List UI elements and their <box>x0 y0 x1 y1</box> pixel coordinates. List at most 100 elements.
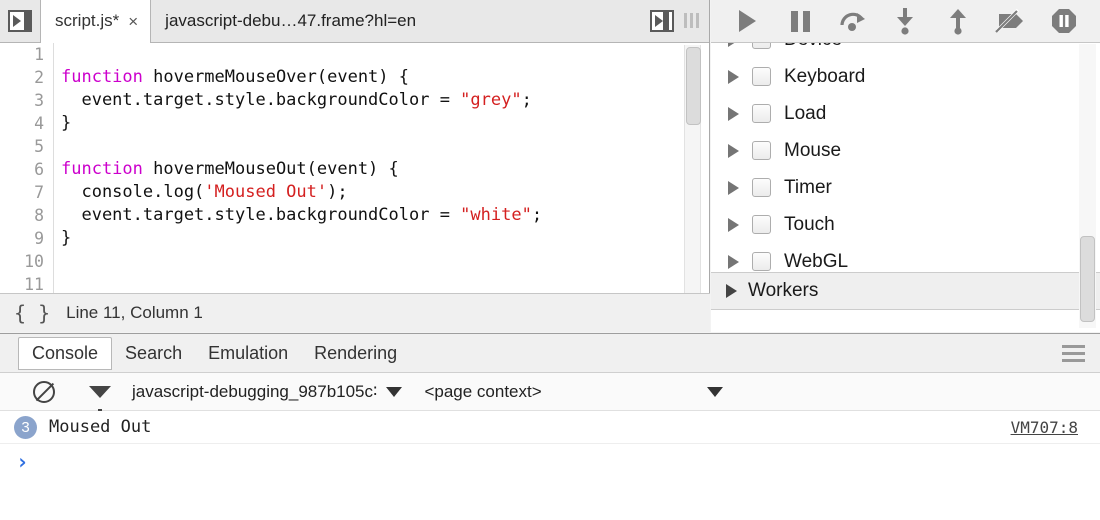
drawer-tab-console[interactable]: Console <box>18 337 112 370</box>
show-navigator-button[interactable] <box>0 0 40 42</box>
step-over-button[interactable] <box>836 6 870 36</box>
debugger-toolbar <box>711 0 1100 43</box>
event-breakpoint-row[interactable]: Timer <box>711 169 1100 206</box>
line-number[interactable]: 9 <box>0 227 53 250</box>
deactivate-breakpoints-button[interactable] <box>994 6 1028 36</box>
show-debugger-icon[interactable] <box>650 10 674 32</box>
code-text: } <box>61 113 71 133</box>
event-breakpoint-checkbox[interactable] <box>752 43 771 49</box>
editor-tab-label: script.js* <box>55 11 119 31</box>
code-line[interactable] <box>61 135 669 158</box>
line-number-gutter: 1234567891011 <box>0 43 54 331</box>
pause-on-exceptions-button[interactable] <box>1047 6 1081 36</box>
code-line[interactable]: } <box>61 112 669 135</box>
chevron-right-icon[interactable] <box>728 144 739 158</box>
drawer-tab-rendering[interactable]: Rendering <box>301 339 410 368</box>
line-number[interactable]: 2 <box>0 66 53 89</box>
code-line[interactable]: event.target.style.backgroundColor = "wh… <box>61 204 669 227</box>
pause-script-button[interactable] <box>783 6 817 36</box>
line-number[interactable]: 6 <box>0 158 53 181</box>
context-chevron-down-icon[interactable] <box>707 387 723 397</box>
drawer-tab-emulation[interactable]: Emulation <box>195 339 301 368</box>
event-listener-breakpoints-list[interactable]: DeviceKeyboardLoadMouseTimerTouchWebGL <box>711 43 1100 311</box>
event-breakpoint-row[interactable]: Device <box>711 43 1100 58</box>
sources-panel: script.js* × javascript-debu…47.frame?hl… <box>0 0 710 332</box>
close-icon[interactable]: × <box>128 13 138 30</box>
event-breakpoint-label: Mouse <box>784 140 841 162</box>
filter-button[interactable] <box>72 373 128 411</box>
frame-selector[interactable]: javascript-debugging_987b105c∶ <box>132 382 402 402</box>
context-selector-value: <page context> <box>424 382 541 402</box>
code-keyword: function <box>61 159 143 179</box>
chevron-right-icon[interactable] <box>728 107 739 121</box>
pause-octagon-icon <box>1050 7 1078 35</box>
console-source-link[interactable]: VM707:8 <box>1011 418 1078 437</box>
step-into-button[interactable] <box>888 6 922 36</box>
event-breakpoint-checkbox[interactable] <box>752 215 771 234</box>
line-number[interactable]: 1 <box>0 43 53 66</box>
editor-vscroll-thumb[interactable] <box>686 47 701 125</box>
console-message-text: Moused Out <box>49 417 151 437</box>
code-text: ); <box>327 182 347 202</box>
chevron-right-icon[interactable] <box>728 218 739 232</box>
chevron-right-icon[interactable] <box>728 181 739 195</box>
pretty-print-braces-icon[interactable]: { } <box>14 301 50 325</box>
context-selector[interactable]: <page context> <box>424 382 541 402</box>
code-string: 'Moused Out' <box>204 182 327 202</box>
code-editor[interactable]: 1234567891011 function hovermeMouseOver(… <box>0 43 709 331</box>
debugger-vertical-scrollbar[interactable] <box>1079 44 1096 328</box>
event-breakpoint-row[interactable]: Load <box>711 95 1100 132</box>
chevron-right-icon[interactable] <box>728 70 739 84</box>
more-options-icon[interactable] <box>1062 345 1085 362</box>
code-text: } <box>61 228 71 248</box>
line-number[interactable]: 3 <box>0 89 53 112</box>
line-number[interactable]: 4 <box>0 112 53 135</box>
event-breakpoint-row[interactable]: Touch <box>711 206 1100 243</box>
chevron-right-icon[interactable] <box>728 43 739 47</box>
code-text: event.target.style.backgroundColor = <box>61 205 460 225</box>
line-number[interactable]: 10 <box>0 250 53 273</box>
event-breakpoint-label: Device <box>784 43 842 51</box>
workers-section[interactable]: Workers <box>711 272 1100 310</box>
repeat-count-badge: 3 <box>14 416 37 439</box>
line-number[interactable]: 7 <box>0 181 53 204</box>
workers-label: Workers <box>748 280 818 302</box>
event-breakpoint-checkbox[interactable] <box>752 67 771 86</box>
clear-console-button[interactable] <box>16 373 72 411</box>
code-line[interactable]: function hovermeMouseOver(event) { <box>61 66 669 89</box>
event-breakpoint-label: Timer <box>784 177 832 199</box>
event-breakpoint-row[interactable]: Keyboard <box>711 58 1100 95</box>
code-line[interactable]: event.target.style.backgroundColor = "gr… <box>61 89 669 112</box>
code-text: event.target.style.backgroundColor = <box>61 90 460 110</box>
code-content[interactable]: function hovermeMouseOver(event) { event… <box>55 43 669 331</box>
code-line[interactable]: console.log('Moused Out'); <box>61 181 669 204</box>
console-message-row[interactable]: 3 Moused Out VM707:8 <box>0 411 1100 444</box>
event-breakpoint-checkbox[interactable] <box>752 252 771 271</box>
console-output[interactable]: 3 Moused Out VM707:8 › <box>0 411 1100 520</box>
line-number[interactable]: 8 <box>0 204 53 227</box>
console-prompt-row[interactable]: › <box>0 444 1100 480</box>
editor-tab-frame-url[interactable]: javascript-debu…47.frame?hl=en <box>151 0 428 42</box>
resize-grip-icon[interactable] <box>684 13 699 28</box>
chevron-right-icon[interactable] <box>728 255 739 269</box>
resume-script-button[interactable] <box>730 6 764 36</box>
step-out-button[interactable] <box>941 6 975 36</box>
code-line[interactable] <box>61 43 669 66</box>
debugger-sidebar: DeviceKeyboardLoadMouseTimerTouchWebGL W… <box>711 0 1100 332</box>
debugger-vscroll-thumb[interactable] <box>1080 236 1095 322</box>
code-line[interactable]: function hovermeMouseOut(event) { <box>61 158 669 181</box>
chevron-right-icon[interactable] <box>726 284 737 298</box>
event-breakpoint-checkbox[interactable] <box>752 178 771 197</box>
frame-selector-value: javascript-debugging_987b105c∶ <box>132 382 377 402</box>
line-number[interactable]: 5 <box>0 135 53 158</box>
code-keyword: function <box>61 67 143 87</box>
event-breakpoint-checkbox[interactable] <box>752 104 771 123</box>
drawer-tab-search[interactable]: Search <box>112 339 195 368</box>
code-line[interactable]: } <box>61 227 669 250</box>
editor-tab-script-js[interactable]: script.js* × <box>40 0 151 43</box>
step-into-icon <box>892 7 918 35</box>
event-breakpoint-checkbox[interactable] <box>752 141 771 160</box>
event-breakpoint-row[interactable]: Mouse <box>711 132 1100 169</box>
editor-vertical-scrollbar[interactable] <box>684 45 701 295</box>
event-breakpoint-label: Keyboard <box>784 66 865 88</box>
